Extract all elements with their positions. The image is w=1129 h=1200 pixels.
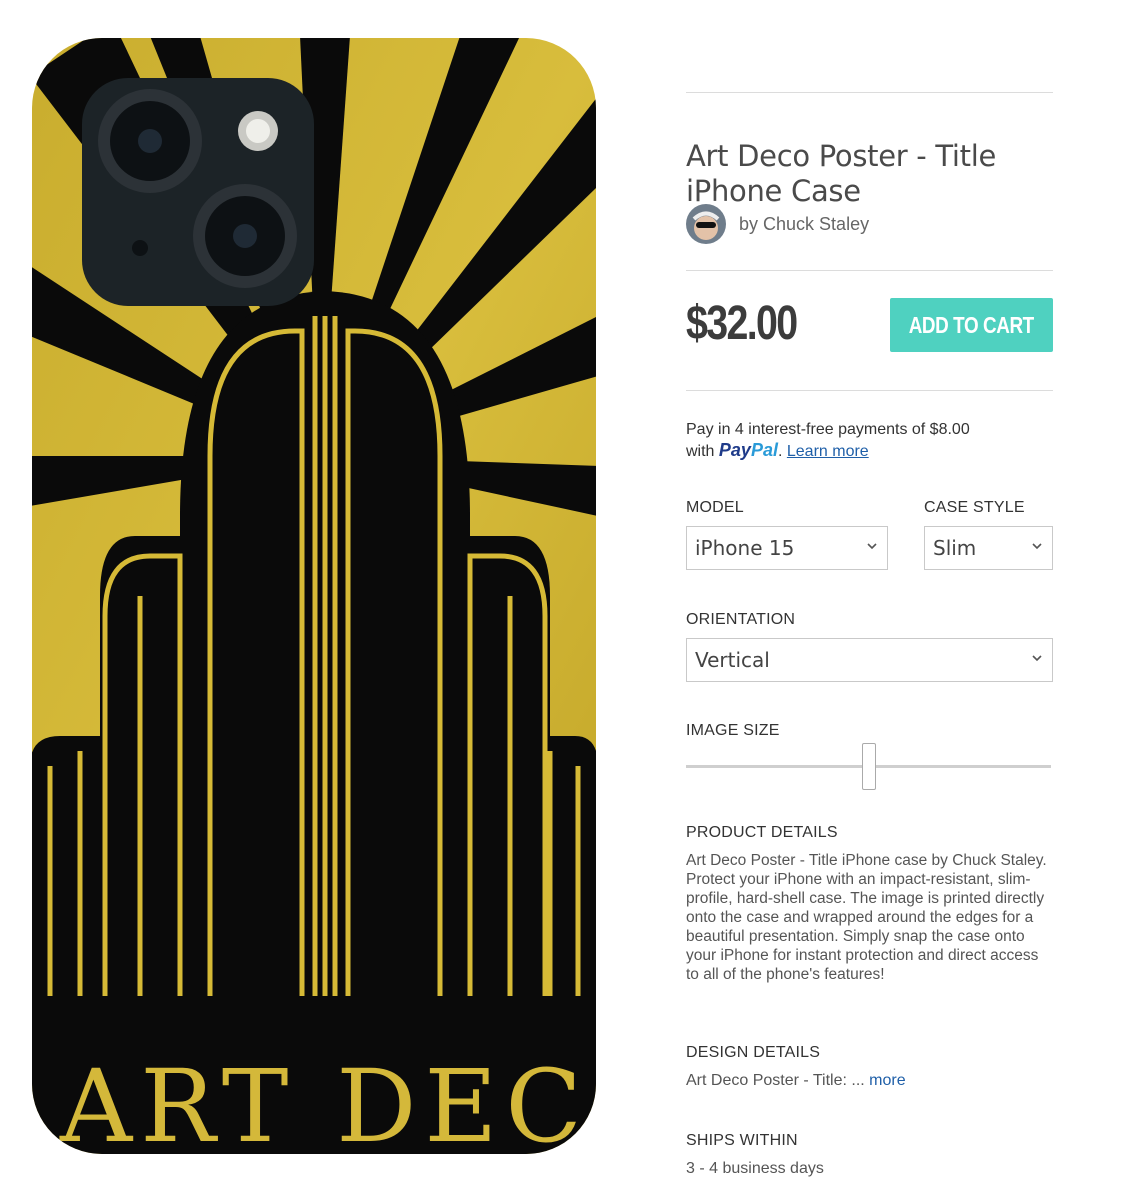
ships-within-label: SHIPS WITHIN: [686, 1132, 798, 1149]
learn-more-link[interactable]: Learn more: [787, 443, 869, 460]
chevron-down-icon: [1032, 543, 1042, 550]
chevron-down-icon: [1032, 655, 1042, 662]
price: $32.00: [686, 297, 798, 350]
divider: [686, 390, 1053, 391]
model-select[interactable]: iPhone 15: [686, 526, 888, 570]
more-link[interactable]: more: [869, 1072, 905, 1089]
case-style-label: CASE STYLE: [924, 499, 1025, 516]
orientation-label: ORIENTATION: [686, 611, 796, 628]
product-image: ART DECO: [30, 36, 598, 1156]
camera-module: [82, 78, 314, 306]
avatar[interactable]: [686, 204, 726, 244]
product-title: Art Deco Poster - Title iPhone Case: [686, 139, 997, 209]
author-name[interactable]: by Chuck Staley: [739, 214, 869, 235]
chevron-down-icon: [867, 543, 877, 550]
paypal-logo: PayPal: [718, 440, 778, 460]
add-to-cart-button[interactable]: ADD TO CART: [890, 298, 1053, 352]
image-size-slider-handle[interactable]: [862, 743, 876, 790]
product-description: Art Deco Poster - Title iPhone case by C…: [686, 852, 1047, 983]
case-style-select[interactable]: Slim: [924, 526, 1053, 570]
design-details-label: DESIGN DETAILS: [686, 1044, 821, 1061]
author-row[interactable]: by Chuck Staley: [686, 203, 869, 245]
ships-within-value: 3 - 4 business days: [686, 1160, 824, 1177]
model-label: MODEL: [686, 499, 744, 516]
orientation-select[interactable]: Vertical: [686, 638, 1053, 682]
divider: [686, 92, 1053, 93]
artwork-text: ART DECO: [59, 1048, 598, 1156]
design-description: Art Deco Poster - Title: ... more: [686, 1072, 906, 1089]
product-details-label: PRODUCT DETAILS: [686, 824, 838, 841]
divider: [686, 270, 1053, 271]
image-size-label: IMAGE SIZE: [686, 722, 780, 739]
paypal-message: Pay in 4 interest-free payments of $8.00…: [686, 421, 970, 460]
